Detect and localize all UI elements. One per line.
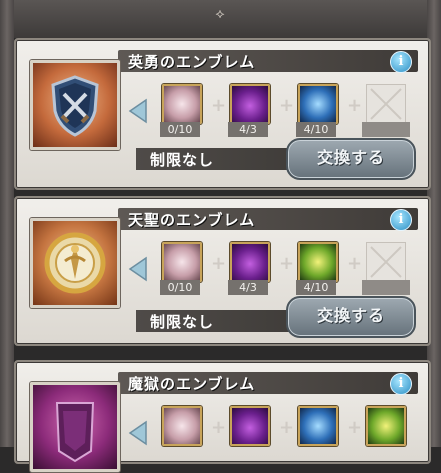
material-slot[interactable]	[298, 242, 338, 282]
title-bar: 天聖のエンブレム i	[118, 208, 418, 231]
left-frame	[0, 0, 14, 447]
card-title: 英勇のエンブレム	[128, 53, 256, 71]
material-slot[interactable]	[162, 84, 202, 124]
arrow-left-button[interactable]	[126, 420, 148, 446]
empty-material-slot	[366, 84, 406, 124]
material-slot[interactable]	[230, 406, 270, 446]
exchange-card-brave: 英勇のエンブレム i 0/10 + 4/3 + 4/10 + 制限なし 交換する	[14, 38, 431, 190]
plus-icon: +	[347, 253, 363, 274]
plus-icon: +	[211, 417, 227, 438]
plus-icon: +	[347, 417, 363, 438]
brave-emblem-icon	[30, 60, 120, 150]
material-slot[interactable]	[298, 84, 338, 124]
top-frame: ⟡	[0, 0, 441, 38]
title-bar: 英勇のエンブレム i	[118, 50, 418, 73]
plus-icon: +	[279, 95, 295, 116]
material-slot[interactable]	[230, 84, 270, 124]
material-slot[interactable]	[298, 406, 338, 446]
card-title: 魔獄のエンブレム	[128, 375, 256, 393]
exchange-card-hell: 魔獄のエンブレム i + + +	[14, 360, 431, 472]
hell-emblem-icon	[30, 382, 120, 472]
title-bar: 魔獄のエンブレム i	[118, 372, 418, 395]
exchange-button[interactable]: 交換する	[286, 138, 416, 180]
ornament-icon: ⟡	[215, 6, 225, 22]
plus-icon: +	[279, 417, 295, 438]
material-slot[interactable]	[366, 406, 406, 446]
empty-count	[362, 280, 410, 295]
empty-count	[362, 122, 410, 137]
material-count: 0/10	[160, 122, 200, 137]
material-slot[interactable]	[162, 242, 202, 282]
plus-icon: +	[211, 95, 227, 116]
limit-text: 制限なし	[150, 313, 215, 331]
limit-text: 制限なし	[150, 151, 215, 169]
holy-emblem-icon	[30, 218, 120, 308]
arrow-left-button[interactable]	[126, 98, 148, 124]
info-icon[interactable]: i	[390, 373, 412, 395]
material-count: 4/10	[296, 122, 336, 137]
material-slot[interactable]	[230, 242, 270, 282]
material-count: 4/3	[228, 280, 268, 295]
plus-icon: +	[347, 95, 363, 116]
empty-material-slot	[366, 242, 406, 282]
plus-icon: +	[211, 253, 227, 274]
info-icon[interactable]: i	[390, 51, 412, 73]
exchange-button[interactable]: 交換する	[286, 296, 416, 338]
card-title: 天聖のエンブレム	[128, 211, 256, 229]
material-slot[interactable]	[162, 406, 202, 446]
material-count: 4/10	[296, 280, 336, 295]
material-count: 0/10	[160, 280, 200, 295]
arrow-left-button[interactable]	[126, 256, 148, 282]
material-count: 4/3	[228, 122, 268, 137]
info-icon[interactable]: i	[390, 209, 412, 231]
exchange-card-holy: 天聖のエンブレム i 0/10 + 4/3 + 4/10 + 制限なし 交換する	[14, 196, 431, 346]
plus-icon: +	[279, 253, 295, 274]
